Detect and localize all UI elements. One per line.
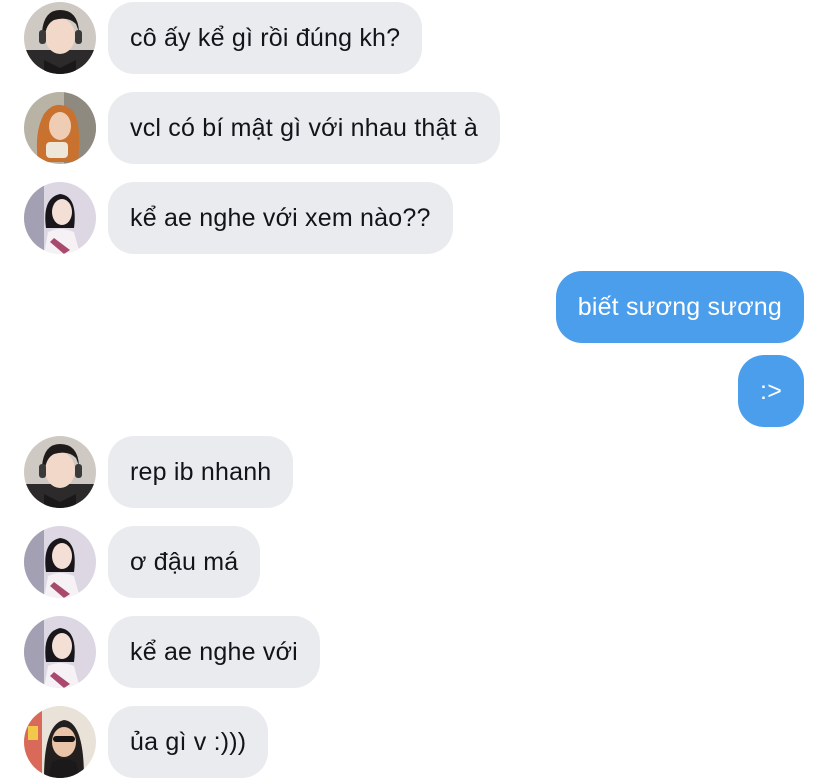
avatar-guitar-girl-icon [24,526,96,598]
avatar[interactable] [24,436,96,508]
avatar[interactable] [24,182,96,254]
avatar[interactable] [24,526,96,598]
message-bubble[interactable]: rep ib nhanh [108,436,294,508]
avatar[interactable] [24,2,96,74]
message-bubble[interactable]: kể ae nghe với xem nào?? [108,182,453,254]
message-bubble[interactable]: kể ae nghe với [108,616,320,688]
message-bubble[interactable]: vcl có bí mật gì với nhau thật à [108,92,500,164]
avatar-sunglasses-girl-icon [24,706,96,778]
avatar-orange-hair-girl-icon [24,92,96,164]
message-bubble[interactable]: cô ấy kể gì rồi đúng kh? [108,2,423,74]
avatar[interactable] [24,616,96,688]
avatar-headphones-girl-icon [24,436,96,508]
message-bubble-outgoing[interactable]: :> [738,355,804,427]
message-bubble[interactable]: ủa gì v :))) [108,706,269,778]
message-bubble[interactable]: ơ đậu má [108,526,261,598]
avatar-guitar-girl-icon [24,182,96,254]
avatar-guitar-girl-icon [24,616,96,688]
avatar[interactable] [24,706,96,778]
avatar-headphones-girl-icon [24,2,96,74]
avatar[interactable] [24,92,96,164]
message-bubble-outgoing[interactable]: biết sương sương [555,271,804,343]
